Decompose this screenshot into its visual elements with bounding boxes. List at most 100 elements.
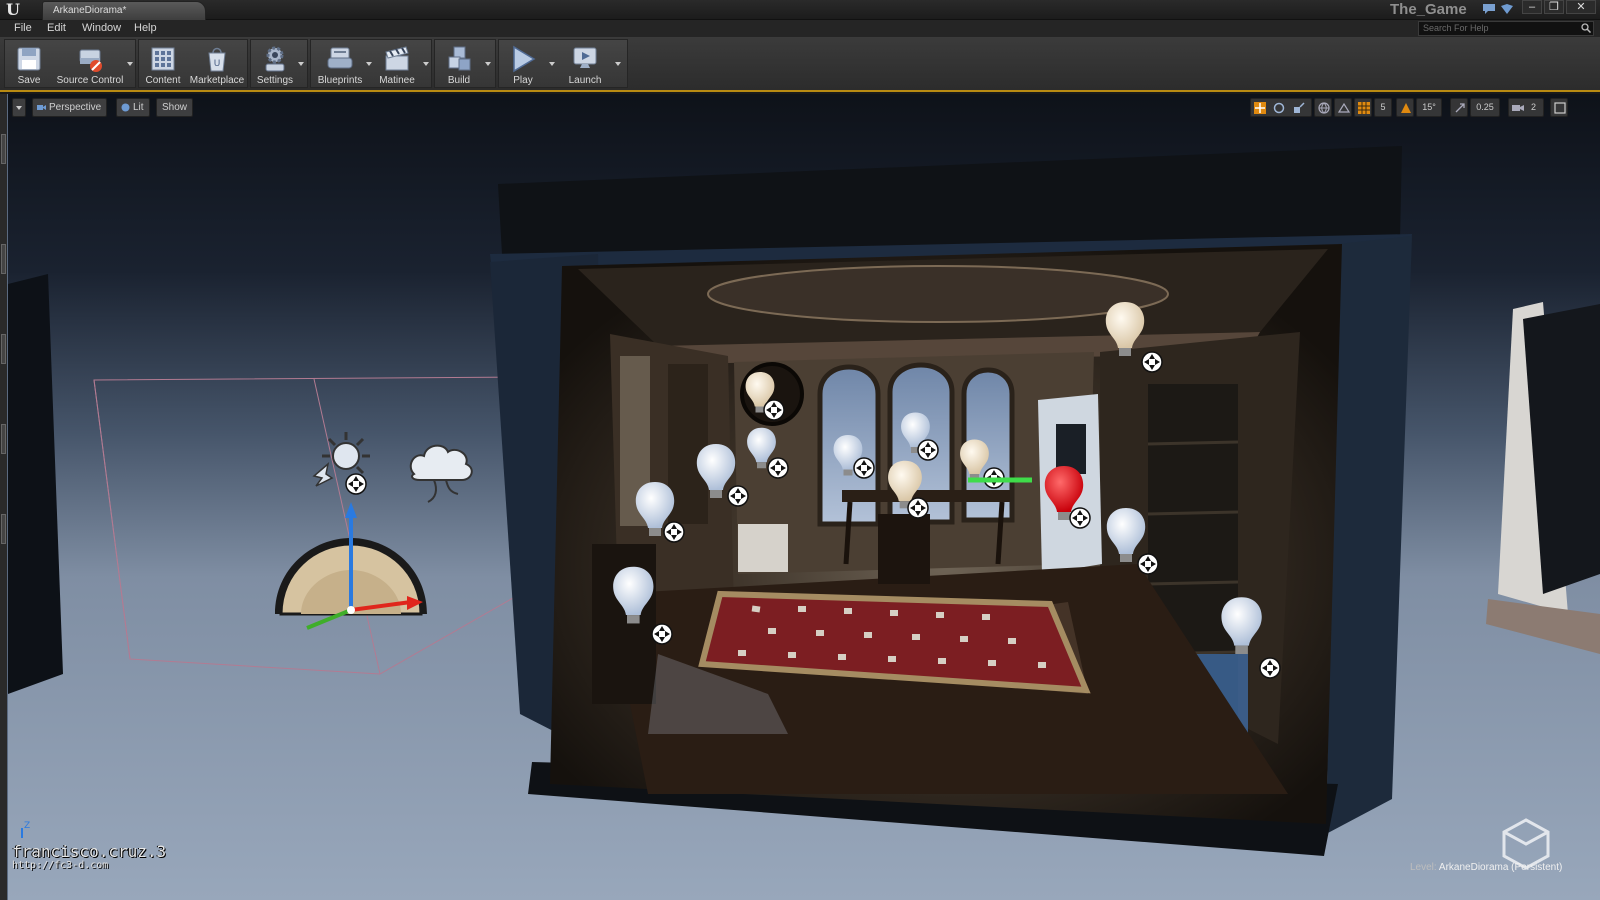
directional-light-icon[interactable] [312, 432, 370, 495]
grid-snap-toggle[interactable] [1354, 98, 1372, 117]
skylight-icon[interactable] [409, 444, 473, 503]
blueprints-label: Blueprints [317, 75, 363, 86]
blueprints-icon [327, 47, 353, 69]
level-key: Level: [1410, 862, 1437, 873]
toolbar-group-content: Content U Marketplace [138, 39, 248, 88]
left-neighbor-mesh[interactable] [8, 274, 63, 694]
build-dropdown-icon[interactable] [485, 62, 491, 66]
level-viewport[interactable]: Z Perspective Lit Show 5 15° 0.25 2 fran… [8, 94, 1600, 900]
watermark: francisco.cruz.3 [12, 842, 167, 861]
search-icon [1581, 23, 1591, 33]
dock-tab[interactable] [1, 134, 6, 164]
build-button[interactable]: Build [437, 42, 481, 88]
atmospheric-fog-gizmo[interactable] [275, 502, 427, 630]
watermark-url: http://fc3-d.com [12, 860, 109, 871]
maximize-icon [1554, 102, 1566, 114]
grid-snap-value[interactable]: 5 [1374, 98, 1392, 117]
rotation-snap-value[interactable]: 15° [1416, 98, 1442, 117]
launch-label: Launch [568, 75, 602, 86]
view-mode-label: Perspective [49, 102, 102, 113]
unreal-logo-icon[interactable]: U [6, 1, 28, 19]
transform-mode-group[interactable] [1250, 98, 1312, 117]
toolbar-group-build: Build [434, 39, 496, 88]
skylight-bounds [93, 376, 521, 675]
lit-sphere-icon [121, 103, 130, 112]
dock-tab[interactable] [1, 514, 6, 544]
settings-icon [265, 46, 285, 72]
save-button[interactable]: Save [7, 42, 51, 88]
play-dropdown-icon[interactable] [549, 62, 555, 66]
source-control-icon [79, 49, 102, 72]
menu-edit[interactable]: Edit [47, 20, 66, 37]
document-tab[interactable]: ArkaneDiorama* [42, 1, 206, 20]
source-control-label: Source Control [56, 75, 124, 86]
toolbar-group-settings: Settings [250, 39, 308, 88]
lighting-mode-button[interactable]: Lit [116, 98, 150, 117]
marketplace-notify-icon[interactable] [1500, 3, 1514, 15]
viewport-options-button[interactable] [12, 98, 26, 117]
source-control-dropdown-icon[interactable] [127, 62, 133, 66]
build-icon [448, 46, 471, 71]
content-icon [151, 47, 175, 71]
camera-speed-button[interactable]: 2 [1508, 98, 1544, 117]
matinee-dropdown-icon[interactable] [423, 62, 429, 66]
dock-tab[interactable] [1, 424, 6, 454]
globe-icon [1318, 102, 1330, 114]
project-name: The_Game [1390, 1, 1467, 18]
launch-icon [573, 47, 597, 68]
maximize-viewport-button[interactable] [1550, 98, 1568, 117]
restore-button[interactable]: ❐ [1544, 0, 1564, 14]
matinee-label: Matinee [379, 75, 415, 86]
content-label: Content [145, 75, 181, 86]
help-search-placeholder: Search For Help [1423, 23, 1489, 33]
settings-label: Settings [256, 75, 294, 86]
rotation-snap-toggle[interactable] [1396, 98, 1414, 117]
grid-snap-icon [1358, 102, 1370, 114]
marketplace-button[interactable]: U Marketplace [187, 42, 247, 88]
blueprints-dropdown-icon[interactable] [366, 62, 372, 66]
play-button[interactable]: Play [501, 42, 545, 88]
surface-snap-toggle[interactable] [1334, 98, 1352, 117]
view-mode-button[interactable]: Perspective [32, 98, 108, 117]
toolbar-group-file: Save Source Control [4, 39, 136, 88]
rotate-mode-icon[interactable] [1273, 102, 1285, 114]
launch-dropdown-icon[interactable] [615, 62, 621, 66]
diorama-room[interactable] [490, 146, 1412, 856]
current-level-label: Level: ArkaneDiorama (Persistent) [1410, 862, 1562, 873]
blueprints-button[interactable]: Blueprints [313, 42, 367, 88]
chat-icon[interactable] [1482, 3, 1496, 15]
menu-file[interactable]: File [14, 20, 32, 37]
marketplace-label: Marketplace [189, 75, 245, 86]
settings-button[interactable]: Settings [253, 42, 297, 88]
matinee-button[interactable]: Matinee [373, 42, 421, 88]
dock-tab[interactable] [1, 334, 6, 364]
menu-bar: File Edit Window Help [0, 20, 1600, 37]
minimize-button[interactable]: – [1522, 0, 1542, 14]
surface-snap-icon [1338, 102, 1350, 113]
settings-dropdown-icon[interactable] [298, 62, 304, 66]
translate-mode-icon[interactable] [1254, 102, 1266, 114]
marketplace-icon: U [208, 47, 226, 72]
play-label: Play [513, 75, 533, 86]
view-cube-icon[interactable] [1502, 818, 1550, 870]
scale-mode-icon[interactable] [1293, 102, 1305, 114]
scale-snap-toggle[interactable] [1450, 98, 1468, 117]
camera-icon [37, 105, 46, 110]
camera-speed-value: 2 [1531, 102, 1537, 112]
menu-window[interactable]: Window [82, 20, 121, 37]
scale-snap-value[interactable]: 0.25 [1470, 98, 1500, 117]
show-flags-label: Show [162, 102, 188, 113]
dock-tab[interactable] [1, 244, 6, 274]
content-button[interactable]: Content [141, 42, 185, 88]
launch-button[interactable]: Launch [561, 42, 609, 88]
show-flags-button[interactable]: Show [156, 98, 194, 117]
help-search-input[interactable]: Search For Help [1418, 21, 1594, 36]
scale-snap-icon [1455, 103, 1465, 113]
main-toolbar: Save Source Control Content U Marketplac [0, 37, 1600, 92]
title-bar: U ArkaneDiorama* The_Game – ❐ ✕ [0, 0, 1600, 20]
menu-help[interactable]: Help [134, 20, 157, 37]
close-button[interactable]: ✕ [1566, 0, 1596, 14]
source-control-button[interactable]: Source Control [53, 42, 127, 88]
world-local-toggle[interactable] [1314, 98, 1332, 117]
scene-canvas[interactable]: Z [8, 94, 1600, 900]
